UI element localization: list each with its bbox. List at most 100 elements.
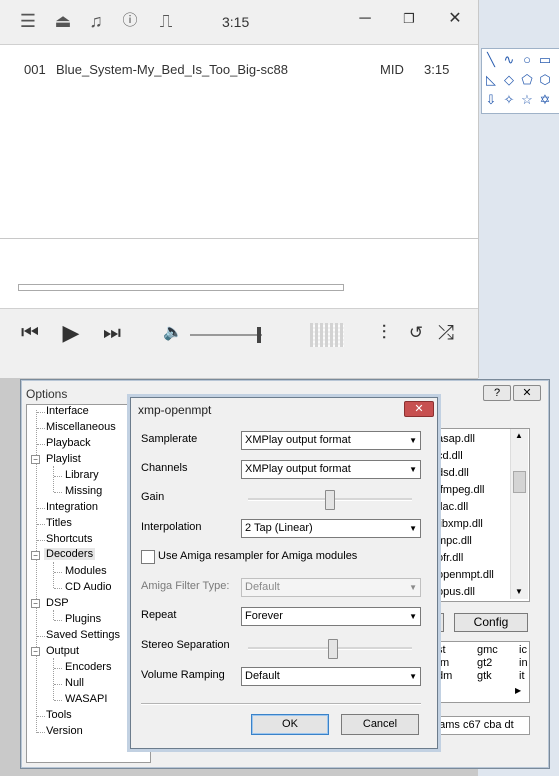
- list-item[interactable]: dsd.dll: [437, 467, 469, 479]
- list-item[interactable]: asap.dll: [437, 433, 475, 445]
- help-button[interactable]: ?: [483, 385, 511, 401]
- dialog-close-button[interactable]: ✕: [404, 401, 434, 417]
- gain-thumb[interactable]: [325, 490, 335, 510]
- track-index: 001: [24, 62, 46, 77]
- stereo-separation-label: Stereo Separation: [141, 639, 230, 651]
- tree-branch: [54, 492, 62, 493]
- volume-slider[interactable]: [190, 334, 262, 336]
- chevron-down-icon: ▼: [409, 672, 417, 681]
- tree-item-playlist[interactable]: Playlist: [46, 453, 81, 465]
- down-arrow-shape-icon[interactable]: ⇩: [484, 93, 498, 107]
- amiga-resampler-label[interactable]: Use Amiga resampler for Amiga modules: [158, 550, 357, 562]
- tree-item-wasapi[interactable]: WASAPI: [65, 693, 107, 705]
- line-shape-icon[interactable]: ╲: [484, 53, 498, 67]
- collapse-toggle[interactable]: −: [31, 647, 40, 656]
- volume-ramping-value: Default: [245, 670, 280, 682]
- list-item[interactable]: ofr.dll: [437, 552, 463, 564]
- repeat-label: Repeat: [141, 609, 177, 621]
- info-icon[interactable]: ⓘ: [118, 10, 142, 32]
- tree-item-interface[interactable]: Interface: [46, 405, 89, 417]
- ok-button[interactable]: OK: [251, 714, 329, 735]
- oval-shape-icon[interactable]: ○: [520, 53, 534, 67]
- next-track-icon[interactable]: ⏭: [98, 320, 126, 346]
- menu-icon[interactable]: ☰: [16, 10, 40, 32]
- tree-item-output[interactable]: Output: [46, 645, 79, 657]
- collapse-toggle[interactable]: −: [31, 455, 40, 464]
- tree-item-saved-settings[interactable]: Saved Settings: [46, 629, 120, 641]
- tree-line: [53, 562, 54, 588]
- stereo-separation-thumb[interactable]: [328, 639, 339, 659]
- minimize-button[interactable]: ─: [350, 8, 380, 30]
- interpolation-select[interactable]: 2 Tap (Linear) ▼: [241, 519, 421, 538]
- volume-icon[interactable]: 🔈: [159, 320, 187, 346]
- tree-item-plugins[interactable]: Plugins: [65, 613, 101, 625]
- hexagon-shape-icon[interactable]: ⬡: [538, 73, 552, 87]
- volume-thumb[interactable]: [256, 327, 261, 343]
- equalizer-icon[interactable]: ⫶: [370, 320, 398, 346]
- volume-ramping-select[interactable]: Default ▼: [241, 667, 421, 686]
- tree-item-dsp[interactable]: DSP: [46, 597, 69, 609]
- collapse-toggle[interactable]: −: [31, 551, 40, 560]
- options-close-button[interactable]: ✕: [513, 385, 541, 401]
- four-point-star-shape-icon[interactable]: ✧: [502, 93, 516, 107]
- shuffle-icon[interactable]: ⤮: [432, 320, 460, 346]
- tree-item-cd-audio[interactable]: CD Audio: [65, 581, 111, 593]
- amiga-filter-label: Amiga Filter Type:: [141, 580, 230, 592]
- play-icon[interactable]: ▶: [57, 320, 85, 346]
- volume-ramping-label: Volume Ramping: [141, 669, 225, 681]
- seek-bar[interactable]: [18, 284, 344, 291]
- config-button[interactable]: Config: [454, 613, 528, 632]
- repeat-value: Forever: [245, 610, 283, 622]
- decoder-list-scrollbar[interactable]: ▲ ▼: [510, 429, 528, 599]
- amiga-resampler-checkbox[interactable]: [141, 550, 155, 564]
- tree-item-missing[interactable]: Missing: [65, 485, 102, 497]
- dialog-title: xmp-openmpt: [138, 403, 212, 417]
- six-point-star-shape-icon[interactable]: ✡: [538, 93, 552, 107]
- rectangle-shape-icon[interactable]: ▭: [538, 53, 552, 67]
- extension-table: st gmc ic tm gt2 in dm gtk it ▶: [432, 641, 530, 703]
- repeat-icon[interactable]: ↺: [402, 320, 430, 346]
- scroll-up-icon[interactable]: ▲: [515, 431, 523, 440]
- scroll-thumb[interactable]: [513, 471, 526, 493]
- samplerate-select[interactable]: XMPlay output format ▼: [241, 431, 421, 450]
- tree-item-miscellaneous[interactable]: Miscellaneous: [46, 421, 116, 433]
- cancel-button[interactable]: Cancel: [341, 714, 419, 735]
- scroll-down-icon[interactable]: ▼: [515, 587, 523, 596]
- scroll-right-icon[interactable]: ▶: [515, 686, 521, 695]
- close-button[interactable]: ✕: [440, 8, 470, 30]
- tree-item-encoders[interactable]: Encoders: [65, 661, 111, 673]
- tree-item-playback[interactable]: Playback: [46, 437, 91, 449]
- previous-track-icon[interactable]: ⏮: [16, 320, 44, 346]
- tree-item-version[interactable]: Version: [46, 725, 83, 737]
- triangle-shape-icon[interactable]: ◺: [484, 73, 498, 87]
- list-item[interactable]: flac.dll: [437, 501, 468, 513]
- list-item[interactable]: opus.dll: [437, 586, 475, 598]
- tree-item-integration[interactable]: Integration: [46, 501, 98, 513]
- playlist-row[interactable]: 001 Blue_System-My_Bed_Is_Too_Big-sc88 M…: [0, 62, 478, 80]
- star-shape-icon[interactable]: ☆: [520, 93, 534, 107]
- list-item[interactable]: ffmpeg.dll: [437, 484, 485, 496]
- pentagon-shape-icon[interactable]: ⬠: [520, 73, 534, 87]
- tree-item-null[interactable]: Null: [65, 677, 84, 689]
- diamond-shape-icon[interactable]: ◇: [502, 73, 516, 87]
- collapse-toggle[interactable]: −: [31, 599, 40, 608]
- tree-item-titles[interactable]: Titles: [46, 517, 72, 529]
- list-item[interactable]: mpc.dll: [437, 535, 472, 547]
- repeat-select[interactable]: Forever ▼: [241, 607, 421, 626]
- restore-button[interactable]: ❐: [394, 8, 424, 30]
- eject-icon[interactable]: ⏏: [51, 10, 75, 32]
- tree-item-tools[interactable]: Tools: [46, 709, 72, 721]
- curve-shape-icon[interactable]: ∿: [502, 53, 516, 67]
- tree-item-library[interactable]: Library: [65, 469, 99, 481]
- library-tray-icon[interactable]: ⎍: [152, 10, 180, 32]
- list-item[interactable]: libxmp.dll: [437, 518, 483, 530]
- playlist-icon[interactable]: ♫: [84, 10, 108, 32]
- tree-item-shortcuts[interactable]: Shortcuts: [46, 533, 92, 545]
- channels-select[interactable]: XMPlay output format ▼: [241, 460, 421, 479]
- tree-branch: [37, 508, 45, 509]
- list-item[interactable]: cd.dll: [437, 450, 463, 462]
- channels-value: XMPlay output format: [245, 463, 351, 475]
- list-item[interactable]: openmpt.dll: [437, 569, 494, 581]
- tree-item-decoders[interactable]: Decoders: [44, 548, 96, 560]
- tree-item-modules[interactable]: Modules: [65, 565, 107, 577]
